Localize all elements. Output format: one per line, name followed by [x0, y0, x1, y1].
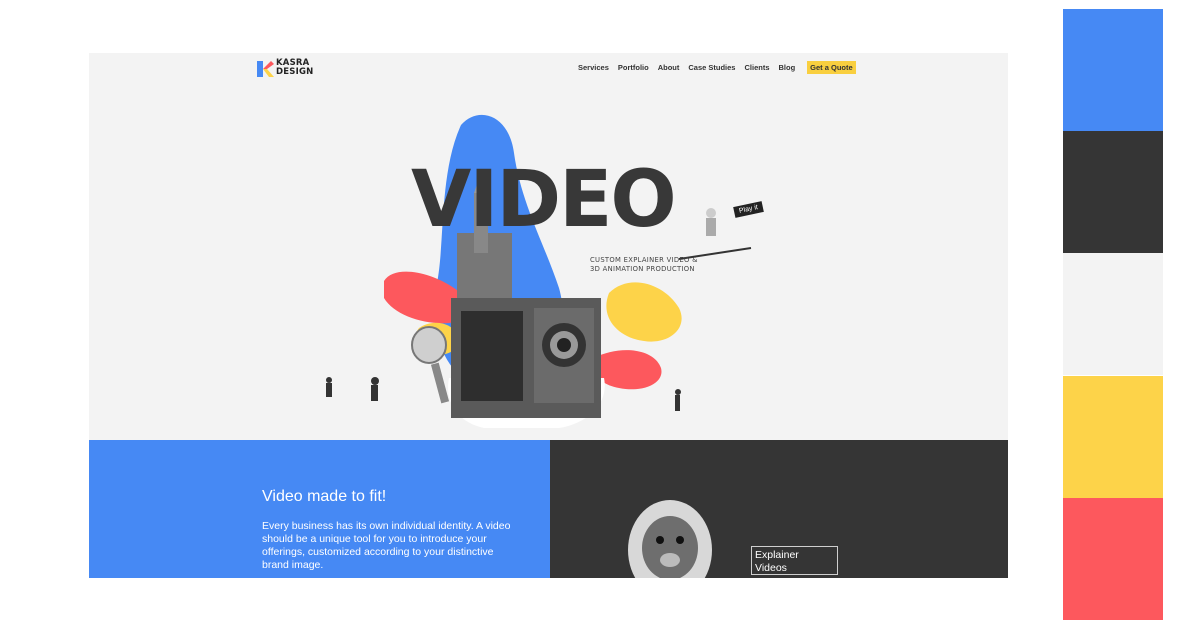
website-mockup: KASRA DESIGN Services Portfolio About Ca…	[89, 53, 1008, 578]
palette-swatch-light	[1063, 253, 1163, 375]
palette-swatch-dark	[1063, 131, 1163, 253]
subtitle-line-1: CUSTOM EXPLAINER VIDEO &	[590, 256, 698, 264]
palette-swatch-red	[1063, 498, 1163, 620]
main-menu: Services Portfolio About Case Studies Cl…	[578, 61, 856, 74]
presentation-canvas: KASRA DESIGN Services Portfolio About Ca…	[0, 0, 1200, 630]
card-label-line-1: Explainer	[755, 549, 799, 561]
nav-services[interactable]: Services	[578, 63, 609, 72]
yellow-blob-right	[606, 282, 682, 342]
explainer-video-card[interactable]: Explainer Videos	[550, 440, 1008, 578]
explainer-videos-label: Explainer Videos	[755, 549, 799, 574]
microphone	[411, 326, 447, 364]
logo-mark-icon	[257, 61, 274, 77]
hero-section: VIDEO CUSTOM EXPLAINER VIDEO & 3D ANIMAT…	[89, 83, 1008, 440]
explainer-videos-label-box[interactable]: Explainer Videos	[751, 546, 838, 575]
hero-subtitle: CUSTOM EXPLAINER VIDEO & 3D ANIMATION PR…	[590, 256, 710, 274]
logo-text: KASRA DESIGN	[276, 59, 313, 77]
nav-clients[interactable]: Clients	[744, 63, 769, 72]
brand-logo[interactable]: KASRA DESIGN	[254, 58, 334, 80]
logo-line-2: DESIGN	[276, 67, 314, 77]
intro-panel: Video made to fit! Every business has it…	[89, 440, 550, 578]
top-navigation: KASRA DESIGN Services Portfolio About Ca…	[89, 53, 1008, 83]
section-title: Video made to fit!	[262, 488, 387, 505]
palette-swatch-yellow	[1063, 376, 1163, 498]
card-label-line-2: Videos	[755, 561, 787, 574]
nav-case-studies[interactable]: Case Studies	[688, 63, 735, 72]
nav-portfolio[interactable]: Portfolio	[618, 63, 649, 72]
nav-about[interactable]: About	[658, 63, 680, 72]
nav-blog[interactable]: Blog	[779, 63, 796, 72]
hero-illustration	[326, 114, 752, 428]
get-a-quote-button[interactable]: Get a Quote	[807, 61, 856, 74]
subtitle-line-2: 3D ANIMATION PRODUCTION	[590, 265, 695, 273]
section-body: Every business has its own individual id…	[262, 520, 511, 571]
palette-swatch-blue	[1063, 9, 1163, 131]
hero-title: VIDEO	[411, 155, 677, 245]
